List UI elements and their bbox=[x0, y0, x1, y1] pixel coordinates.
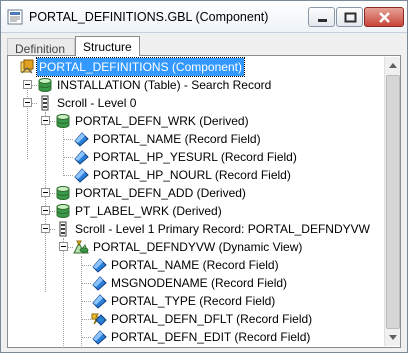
record-field-icon bbox=[74, 150, 89, 165]
tree-node[interactable]: PORTAL_DEFN_WRK (Derived) bbox=[9, 112, 381, 130]
tree-node-label: PORTAL_DEFN_DFLT (Record Field) bbox=[111, 312, 313, 326]
structure-tree[interactable]: PORTAL_DEFINITIONS (Component) INSTALLAT… bbox=[9, 57, 383, 346]
derived-record-icon bbox=[56, 186, 70, 200]
tree-node[interactable]: PORTAL_DEFN_DFLT (Record Field) bbox=[9, 310, 381, 328]
tree-node[interactable]: Scroll - Level 1 Primary Record: PORTAL_… bbox=[9, 220, 381, 238]
close-icon bbox=[379, 12, 390, 23]
tree-node-label: PORTAL_DEFN_WRK (Derived) bbox=[75, 114, 249, 128]
maximize-icon bbox=[344, 12, 357, 23]
scrollbar-thumb[interactable] bbox=[386, 75, 400, 329]
tree-node-label: PORTAL_NAME (Record Field) bbox=[93, 132, 261, 146]
record-field-icon bbox=[74, 132, 89, 147]
tab-strip: Definition Structure bbox=[7, 36, 401, 56]
tree-node-label: PORTAL_DEFN_EDIT (Record Field) bbox=[111, 330, 311, 344]
tree-node-label: Scroll - Level 0 bbox=[57, 96, 137, 110]
record-field-icon bbox=[92, 258, 107, 273]
tree-node-label: MSGNODENAME (Record Field) bbox=[111, 276, 288, 290]
tree-node[interactable]: PORTAL_NAME (Record Field) bbox=[9, 130, 381, 148]
minimize-icon bbox=[318, 19, 327, 22]
title-bar[interactable]: PORTAL_DEFINITIONS.GBL (Component) bbox=[1, 1, 407, 33]
collapse-toggle-icon[interactable] bbox=[59, 242, 68, 251]
component-icon bbox=[20, 59, 34, 74]
scroll-down-arrow-icon[interactable] bbox=[385, 329, 401, 346]
close-button[interactable] bbox=[364, 7, 404, 27]
record-field-icon bbox=[92, 276, 107, 291]
record-field-icon bbox=[92, 330, 107, 345]
tree-node-label: PORTAL_HP_NOURL (Record Field) bbox=[93, 168, 291, 182]
collapse-toggle-icon[interactable] bbox=[41, 224, 50, 233]
record-field-icon bbox=[74, 168, 89, 183]
tree-node[interactable]: PORTAL_DEFN_EDIT (Record Field) bbox=[9, 328, 381, 346]
scroll-icon bbox=[41, 95, 49, 111]
tree-node[interactable]: PORTAL_NAME (Record Field) bbox=[9, 256, 381, 274]
tree-node-label: PT_LABEL_WRK (Derived) bbox=[75, 204, 222, 218]
component-window: PORTAL_DEFINITIONS.GBL (Component) Defin… bbox=[0, 0, 408, 353]
tree-node-label: PORTAL_DEFN_ADD (Derived) bbox=[75, 186, 246, 200]
tree-node[interactable]: MSGNODENAME (Record Field) bbox=[9, 274, 381, 292]
collapse-toggle-icon[interactable] bbox=[41, 116, 50, 125]
collapse-toggle-icon[interactable] bbox=[41, 206, 50, 215]
tree-node-label: PORTAL_DEFINITIONS (Component) bbox=[36, 57, 245, 77]
scroll-up-arrow-icon[interactable] bbox=[385, 57, 401, 74]
tree-node-label: PORTAL_TYPE (Record Field) bbox=[111, 294, 276, 308]
tree-node[interactable]: INSTALLATION (Table) - Search Record bbox=[9, 76, 381, 94]
tree-node-label: PORTAL_HP_YESURL (Record Field) bbox=[93, 150, 297, 164]
record-field-icon bbox=[92, 294, 107, 309]
maximize-button[interactable] bbox=[336, 7, 363, 27]
peoplecode-field-icon bbox=[91, 313, 107, 326]
tab-structure[interactable]: Structure bbox=[75, 36, 140, 56]
window-title: PORTAL_DEFINITIONS.GBL (Component) bbox=[29, 10, 269, 24]
tree-node[interactable]: PT_LABEL_WRK (Derived) bbox=[9, 202, 381, 220]
structure-panel: PORTAL_DEFINITIONS (Component) INSTALLAT… bbox=[7, 55, 401, 348]
dynamic-view-icon bbox=[73, 240, 89, 254]
tree-node[interactable]: Scroll - Level 0 bbox=[9, 94, 381, 112]
tree-node[interactable]: PORTAL_DEFN_ADD (Derived) bbox=[9, 184, 381, 202]
minimize-button[interactable] bbox=[308, 7, 335, 27]
derived-record-icon bbox=[56, 114, 70, 128]
scroll-icon bbox=[59, 221, 67, 237]
tree-node-label: Scroll - Level 1 Primary Record: PORTAL_… bbox=[75, 222, 370, 236]
table-record-icon bbox=[38, 78, 52, 92]
tree-node[interactable]: PORTAL_TYPE (Record Field) bbox=[9, 292, 381, 310]
tree-node-label: INSTALLATION (Table) - Search Record bbox=[57, 78, 272, 92]
derived-record-icon bbox=[56, 204, 70, 218]
tree-node[interactable]: PORTAL_DEFINITIONS (Component) bbox=[9, 57, 381, 77]
tree-node[interactable]: PORTAL_HP_NOURL (Record Field) bbox=[9, 166, 381, 184]
component-app-icon bbox=[7, 9, 23, 25]
tree-node[interactable]: PORTAL_HP_YESURL (Record Field) bbox=[9, 148, 381, 166]
vertical-scrollbar[interactable] bbox=[384, 57, 400, 346]
collapse-toggle-icon[interactable] bbox=[23, 98, 32, 107]
tree-node-label: PORTAL_NAME (Record Field) bbox=[111, 258, 279, 272]
collapse-toggle-icon[interactable] bbox=[41, 188, 50, 197]
tab-definition[interactable]: Definition bbox=[7, 38, 75, 56]
collapse-toggle-icon[interactable] bbox=[23, 80, 32, 89]
tree-node[interactable]: PORTAL_DEFNDYVW (Dynamic View) bbox=[9, 238, 381, 256]
tree-node-label: PORTAL_DEFNDYVW (Dynamic View) bbox=[93, 240, 303, 254]
